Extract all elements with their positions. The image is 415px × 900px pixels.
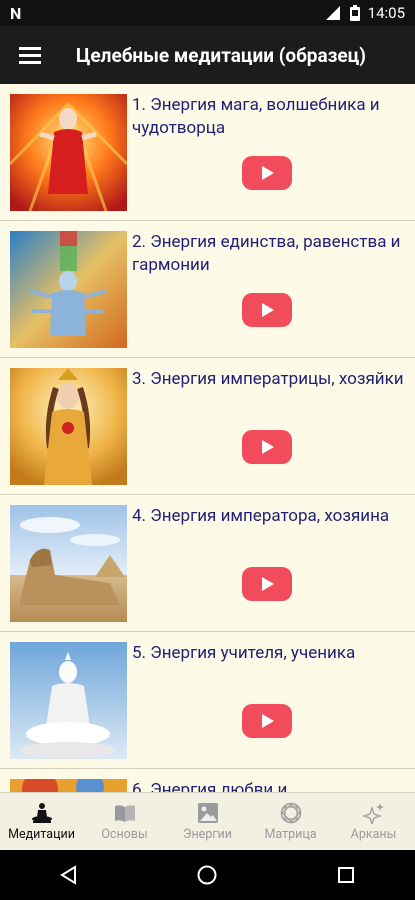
hamburger-icon[interactable]	[0, 26, 60, 84]
back-icon[interactable]	[59, 865, 79, 885]
meditation-icon	[31, 802, 52, 823]
list-item[interactable]: 2. Энергия единства, равенства и гармони…	[0, 221, 415, 358]
play-button[interactable]	[242, 704, 292, 738]
nav-label: Арканы	[350, 826, 397, 842]
play-button[interactable]	[242, 430, 292, 464]
list-item[interactable]: 6. Энергия любви и	[0, 769, 415, 792]
unity-image	[10, 231, 127, 348]
nav-label: Медитации	[8, 826, 75, 842]
nav-energies[interactable]: Энергии	[166, 793, 249, 850]
list-item[interactable]: 5. Энергия учителя, ученика	[0, 632, 415, 769]
item-title: 5. Энергия учителя, ученика	[132, 643, 356, 663]
nav-matrix[interactable]: Матрица	[249, 793, 332, 850]
meditation-list: 1. Энергия мага, волшебника и чудотворца…	[0, 84, 415, 792]
item-title: 1. Энергия мага, волшебника и чудотворца	[132, 95, 380, 138]
clock: 14:05	[367, 4, 405, 22]
matrix-icon	[280, 802, 301, 823]
list-item[interactable]: 3. Энергия императрицы, хозяйки	[0, 358, 415, 495]
mage-image	[10, 94, 127, 211]
app-bar: Целебные медитации (образец)	[0, 26, 415, 84]
empress-image	[10, 368, 127, 485]
play-icon	[262, 714, 274, 728]
nav-label: Основы	[101, 826, 148, 842]
item-title: 4. Энергия императора, хозяина	[132, 506, 390, 526]
play-icon	[262, 577, 274, 591]
play-button[interactable]	[242, 567, 292, 601]
status-icons: 14:05	[325, 4, 405, 22]
list-item[interactable]: 1. Энергия мага, волшебника и чудотворца	[0, 84, 415, 221]
sparkles-icon	[362, 802, 384, 824]
book-icon	[114, 804, 135, 822]
list-item[interactable]: 4. Энергия императора, хозяина	[0, 495, 415, 632]
nav-arcana[interactable]: Арканы	[332, 793, 415, 850]
item-title: 6. Энергия любви и	[132, 780, 288, 792]
n-logo-icon: N	[10, 3, 22, 23]
image-icon	[197, 802, 218, 823]
item-title: 3. Энергия императрицы, хозяйки	[132, 369, 404, 389]
play-button[interactable]	[242, 293, 292, 327]
play-icon	[262, 440, 274, 454]
sphinx-image	[10, 505, 127, 622]
play-icon	[262, 303, 274, 317]
status-bar: N 14:05	[0, 0, 415, 26]
bottom-nav: Медитации Основы Энергии Матрица Арканы	[0, 792, 415, 850]
battery-icon	[349, 5, 360, 21]
system-nav-bar	[0, 850, 415, 900]
recents-icon[interactable]	[336, 865, 356, 885]
nav-meditations[interactable]: Медитации	[0, 793, 83, 850]
love-image	[10, 779, 127, 792]
home-icon[interactable]	[196, 864, 218, 886]
page-title: Целебные медитации (образец)	[76, 43, 366, 67]
nav-label: Энергии	[183, 826, 232, 842]
signal-icon	[325, 6, 340, 20]
play-button[interactable]	[242, 156, 292, 190]
item-title: 2. Энергия единства, равенства и гармони…	[132, 232, 401, 275]
play-icon	[262, 166, 274, 180]
buddha-image	[10, 642, 127, 759]
nav-basics[interactable]: Основы	[83, 793, 166, 850]
nav-label: Матрица	[264, 826, 317, 842]
